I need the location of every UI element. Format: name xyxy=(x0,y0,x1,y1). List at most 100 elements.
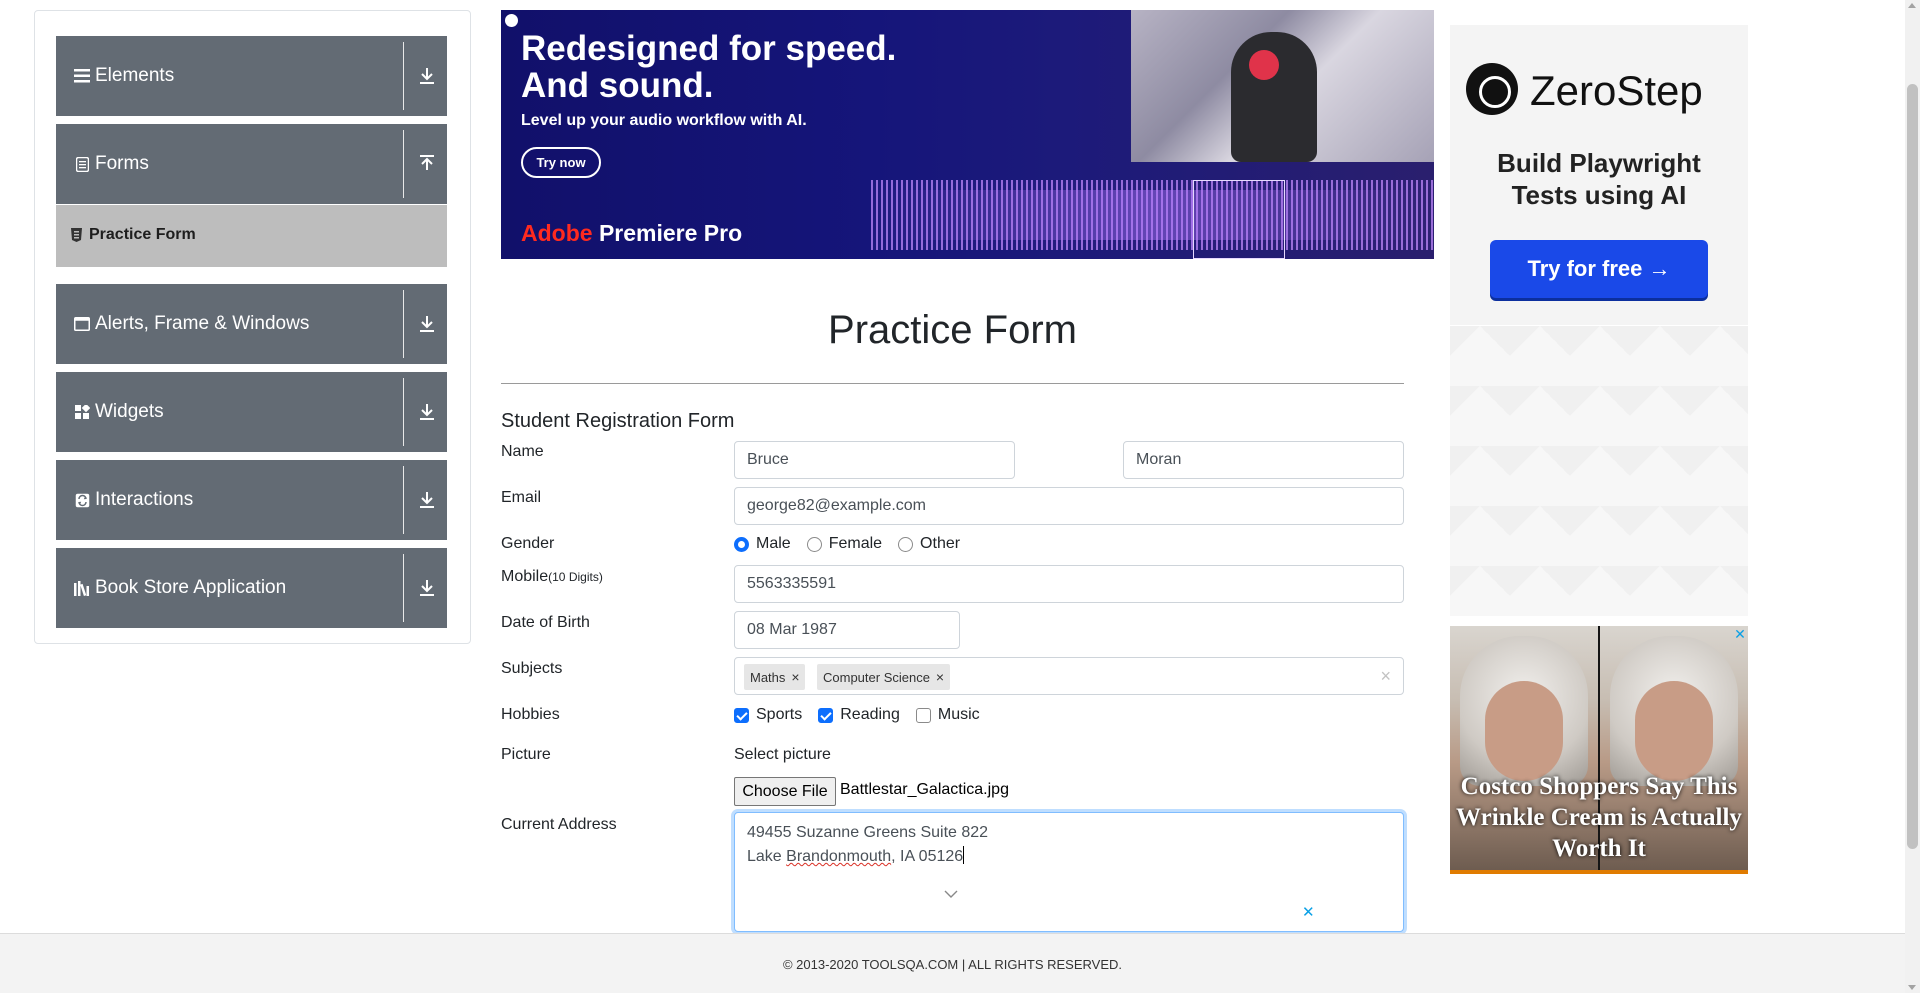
ad-person-image xyxy=(1231,32,1317,162)
page-title: Practice Form xyxy=(828,308,1077,352)
mobile-input[interactable]: 5563335591 xyxy=(734,565,1404,603)
gender-female-radio[interactable] xyxy=(806,536,822,552)
gender-male-label[interactable]: Male xyxy=(756,535,791,553)
divider xyxy=(403,466,404,534)
ad-close-icon[interactable]: ✕ xyxy=(1302,903,1315,921)
picture-label: Picture xyxy=(501,746,551,763)
zerostep-brand: ZeroStep xyxy=(1530,67,1703,114)
footer: © 2013-2020 TOOLSQA.COM | ALL RIGHTS RES… xyxy=(0,933,1905,993)
scroll-up-icon[interactable] xyxy=(1908,3,1916,8)
hobby-sports-label[interactable]: Sports xyxy=(756,706,802,724)
ad-brand: Adobe Premiere Pro xyxy=(521,220,742,247)
mobile-label: Mobile(10 Digits) xyxy=(501,568,603,586)
interactions-icon xyxy=(73,491,91,509)
ad-try-now-button[interactable]: Try now xyxy=(521,147,601,178)
sidebar-group-alerts[interactable]: Alerts, Frame & Windows xyxy=(56,284,447,364)
address-line-2: Lake Brandonmouth, IA 05126 xyxy=(747,846,965,865)
gender-label: Gender xyxy=(501,535,555,552)
ad-banner-premiere[interactable]: Redesigned for speed. And sound. Level u… xyxy=(501,10,1434,259)
gender-female-label[interactable]: Female xyxy=(829,535,882,553)
gender-other-radio[interactable] xyxy=(898,536,914,552)
ad-costco-caption: Costco Shoppers Say This Wrinkle Cream i… xyxy=(1456,773,1742,862)
hobby-music-checkbox[interactable] xyxy=(915,707,931,723)
zerostep-tagline-line-1: Build Playwright xyxy=(1497,148,1701,178)
sidebar-item-label: Practice Form xyxy=(89,226,196,243)
download-icon[interactable] xyxy=(417,65,437,87)
widgets-icon xyxy=(73,403,91,421)
divider xyxy=(403,554,404,622)
divider xyxy=(501,383,1404,384)
chevron-down-icon[interactable] xyxy=(944,886,958,898)
ad-headline-line-1: Redesigned for speed. xyxy=(521,29,897,68)
picture-prompt: Select picture xyxy=(734,746,831,763)
adchoices-icon[interactable] xyxy=(505,14,518,27)
ad-photo xyxy=(1131,10,1434,162)
divider xyxy=(403,290,404,358)
subject-chip: Maths × xyxy=(744,664,806,690)
first-name-input[interactable]: Bruce xyxy=(734,441,1015,479)
chip-remove-icon[interactable]: × xyxy=(930,664,950,690)
download-icon[interactable] xyxy=(417,577,437,599)
text-caret xyxy=(963,846,965,864)
hobby-music-label[interactable]: Music xyxy=(938,706,980,724)
last-name-input[interactable]: Moran xyxy=(1123,441,1404,479)
zerostep-tagline: Build Playwright Tests using AI xyxy=(1450,147,1748,211)
sidebar-group-book-store[interactable]: Book Store Application xyxy=(56,548,447,628)
mobile-label-text: Mobile xyxy=(501,568,549,585)
email-label: Email xyxy=(501,489,542,506)
ad-brand-product: Premiere Pro xyxy=(592,220,743,246)
sidebar-group-label: Book Store Application xyxy=(95,577,287,598)
hobby-sports-checkbox[interactable] xyxy=(734,707,749,723)
vertical-scrollbar[interactable] xyxy=(1905,0,1920,993)
address-line-1: 49455 Suzanne Greens Suite 822 xyxy=(747,824,989,841)
form-heading: Student Registration Form xyxy=(501,410,735,432)
hobby-reading-label[interactable]: Reading xyxy=(840,706,900,724)
sidebar-item-practice-form[interactable]: Practice Form xyxy=(56,205,447,267)
download-icon[interactable] xyxy=(417,401,437,423)
sidebar-group-widgets[interactable]: Widgets xyxy=(56,372,447,452)
sidebar-group-elements[interactable]: Elements xyxy=(56,36,447,116)
hobbies-checkbox-group: Sports Reading Music xyxy=(734,706,996,724)
zerostep-try-button[interactable]: Try for free → xyxy=(1490,240,1708,298)
html5-icon xyxy=(70,228,83,242)
gender-other-label[interactable]: Other xyxy=(920,535,960,553)
sidebar-group-label: Widgets xyxy=(95,401,164,422)
ad-costco[interactable]: Costco Shoppers Say This Wrinkle Cream i… xyxy=(1450,626,1748,874)
sidebar-group-interactions[interactable]: Interactions xyxy=(56,460,447,540)
ad-zerostep[interactable]: ZeroStep Build Playwright Tests using AI… xyxy=(1450,25,1748,325)
books-icon xyxy=(73,579,91,597)
scrollbar-thumb[interactable] xyxy=(1907,84,1918,849)
email-input[interactable]: george82@example.com xyxy=(734,487,1404,525)
ad-brand-adobe: Adobe xyxy=(521,220,593,246)
sidebar-group-label: Forms xyxy=(95,153,149,174)
sidebar-group-forms[interactable]: Forms xyxy=(56,124,447,204)
upload-icon[interactable] xyxy=(417,153,437,175)
mobile-hint: (10 Digits) xyxy=(548,570,603,584)
subjects-label: Subjects xyxy=(501,660,563,677)
download-icon[interactable] xyxy=(417,313,437,335)
hobby-reading-checkbox[interactable] xyxy=(818,707,834,723)
scroll-down-icon[interactable] xyxy=(1908,985,1916,990)
clear-icon[interactable]: × xyxy=(1380,667,1391,685)
choose-file-button[interactable]: Choose File xyxy=(734,777,836,806)
dob-input[interactable]: 08 Mar 1987 xyxy=(734,611,960,649)
divider xyxy=(403,378,404,446)
subjects-input[interactable]: Maths × Computer Science × × xyxy=(734,657,1404,695)
waveform-selection xyxy=(1193,180,1285,259)
download-icon[interactable] xyxy=(417,489,437,511)
sidebar-group-label: Interactions xyxy=(95,489,194,510)
name-label: Name xyxy=(501,443,544,460)
sidebar-group-label: Alerts, Frame & Windows xyxy=(95,313,310,334)
sidebar-group-label: Elements xyxy=(95,65,175,86)
subject-chip-label: Maths xyxy=(750,669,786,685)
gender-male-radio[interactable] xyxy=(734,536,749,552)
chip-remove-icon[interactable]: × xyxy=(785,664,805,690)
zerostep-tagline-line-2: Tests using AI xyxy=(1511,180,1687,210)
dob-label: Date of Birth xyxy=(501,614,590,631)
hobbies-label: Hobbies xyxy=(501,706,560,723)
ad-headline-line-2: And sound. xyxy=(521,66,714,105)
divider xyxy=(403,42,404,110)
ad-subline: Level up your audio workflow with AI. xyxy=(521,112,807,129)
ad-close-icon[interactable]: ✕ xyxy=(1733,627,1747,641)
window-icon xyxy=(73,315,91,333)
